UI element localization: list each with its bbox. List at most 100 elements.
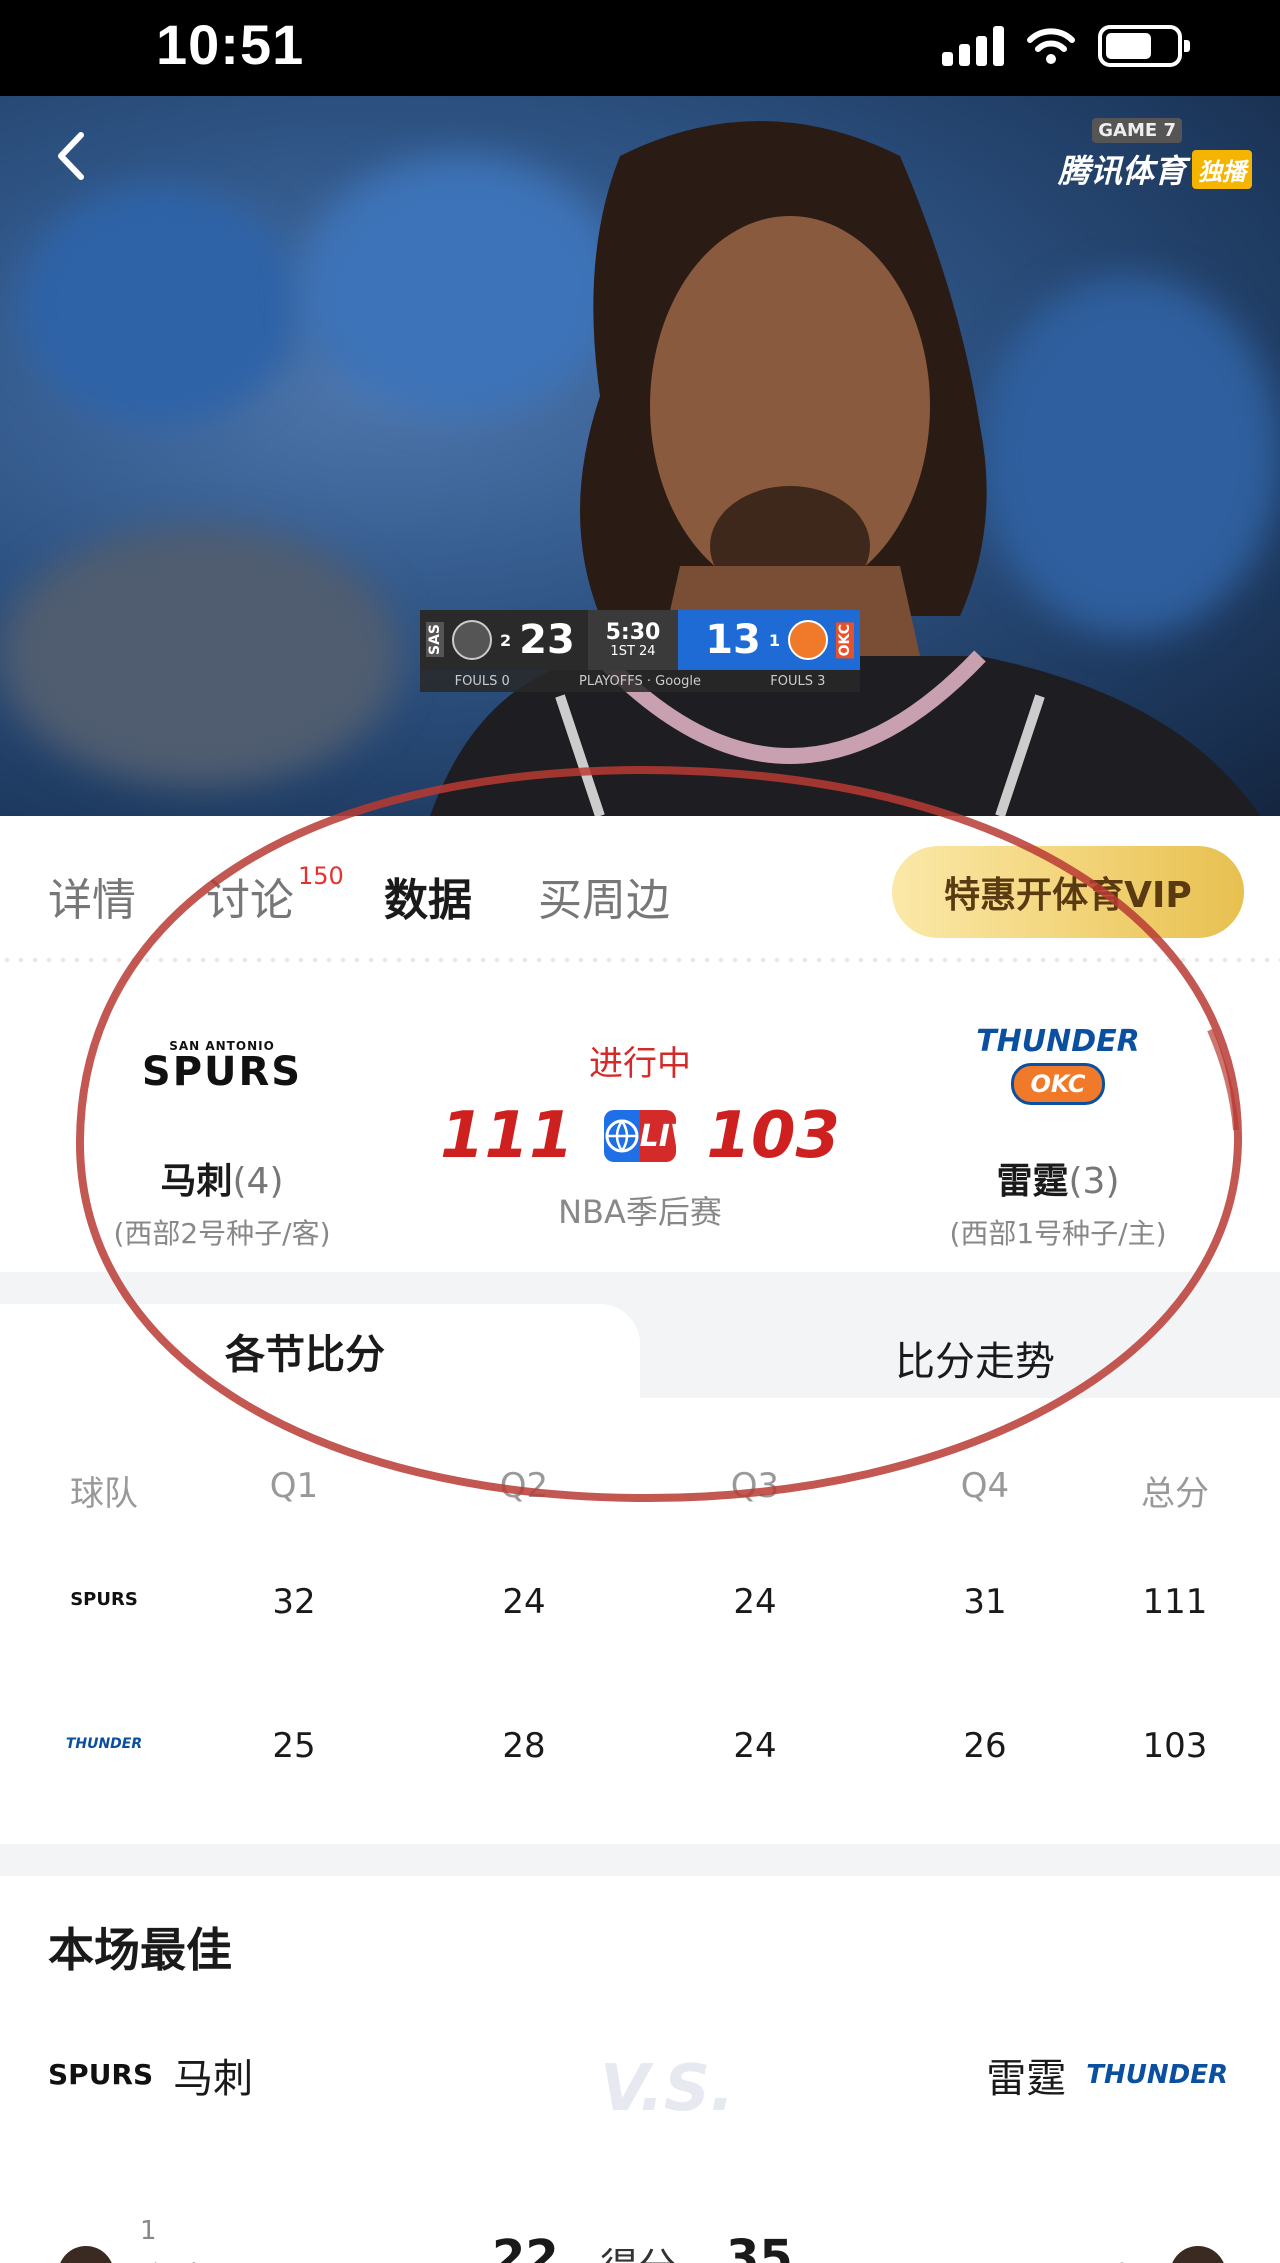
home-team-sub: (西部1号种子/主) [949,1217,1167,1250]
tab-data[interactable]: 数据 [384,864,472,928]
shot-clock: 24 [639,643,656,659]
exclusive-badge: 独播 [1192,149,1252,189]
chevron-left-icon [58,132,84,180]
score-subtabs: 各节比分 比分走势 [0,1304,1280,1398]
left-team-name: 马刺 [173,2056,254,2102]
away-score-big: 111 [440,1099,574,1173]
cell-q4: 26 [963,1726,1007,1766]
spurs-logo-main: SPURS [141,1049,303,1095]
home-seed: (3) [1068,1161,1120,1202]
back-button[interactable] [40,126,100,186]
match-header: SAN ANTONIO SPURS 马刺(4) (西部2号种子/客) 进行中 1… [0,966,1280,1272]
avatar [58,2246,114,2263]
thunder-logo-top: THUNDER [976,1024,1140,1059]
section-title: 本场最佳 [48,1923,232,1977]
right-player-name: 亚历山大 [996,2252,1140,2263]
home-tag: OKC [836,621,854,659]
league-name: NBA季后赛 [558,1193,722,1231]
tab-details[interactable]: 详情 [48,864,136,928]
status-icons [942,22,1190,70]
spurs-logo-icon [452,620,492,660]
signal-icon [942,26,1004,66]
spurs-logo-icon: SPURS [48,2058,154,2091]
right-team-name: 雷霆 [986,2056,1067,2102]
thunder-logo-icon: THUNDER [64,1712,144,1776]
away-name: 马刺 [160,1161,233,1202]
best-players-section: 本场最佳 SPURS 马刺 V.S. 雷霆 THUNDER 1 文班亚马 22 … [0,1876,1280,2263]
header-q1: Q1 [269,1466,319,1506]
table-row: SPURS 32 24 24 31 111 [0,1548,1280,1648]
away-team-sub: (西部2号种子/客) [113,1217,331,1250]
game-clock: 5:30 [605,619,661,645]
avatar [1170,2246,1226,2263]
cell-q3: 24 [733,1582,777,1622]
thunder-logo-icon: THUNDER OKC [898,1006,1218,1126]
header-total: 总分 [1141,1474,1209,1514]
right-player-value: 35 [726,2230,793,2263]
home-team[interactable]: THUNDER OKC 雷霆(3) (西部1号种子/主) [898,1006,1218,1252]
header-q2: Q2 [499,1466,549,1506]
cell-q4: 31 [963,1582,1007,1622]
tab-quarter-scores[interactable]: 各节比分 [0,1304,640,1398]
cell-q2: 28 [502,1726,546,1766]
away-tag: SAS [426,622,444,658]
scorebug-away: SAS 2 23 [420,610,588,670]
header-team: 球队 [70,1474,138,1514]
spurs-logo-icon: SAN ANTONIO SPURS [62,1006,382,1126]
player-figure [430,121,1260,816]
scorebug-footer: FOULS 0 PLAYOFFS · Google FOULS 3 [420,670,860,692]
home-name: 雷霆 [996,1161,1069,1202]
tab-discussion[interactable]: 讨论 [206,864,294,928]
rank-number: 1 [140,2216,157,2246]
game-tag: GAME 7 [1092,118,1182,143]
best-player-row[interactable]: 1 文班亚马 22 得分 35 亚历山大 [0,2206,1280,2263]
thunder-logo-icon: THUNDER [1086,2060,1228,2090]
table-row: THUNDER 25 28 24 26 103 [0,1692,1280,1792]
wifi-icon [1027,28,1075,64]
status-bar: 10:51 [0,0,1280,96]
live-badge[interactable]: LIVE [603,1110,677,1162]
home-team-name: 雷霆(3) [898,1152,1218,1204]
discussion-count-badge: 150 [298,862,344,890]
best-right-team: 雷霆 THUNDER [986,2046,1228,2104]
quarter-score-table: 球队 Q1 Q2 Q3 Q4 总分 SPURS 32 24 24 31 111 … [0,1398,1280,1844]
section-gap [0,1844,1280,1876]
table-header: 球队 Q1 Q2 Q3 Q4 总分 [0,1432,1280,1532]
tab-score-trend[interactable]: 比分走势 [640,1318,1280,1398]
video-player[interactable]: GAME 7 腾讯体育 独播 SAS 2 23 5:30 1ST 24 13 1… [0,96,1280,816]
cell-q3: 24 [733,1726,777,1766]
divider [0,956,1280,964]
best-left-team: SPURS 马刺 [48,2046,253,2104]
away-team-name: 马刺(4) [62,1152,382,1204]
row-team-logo: THUNDER [65,1736,143,1752]
live-label: LIVE [639,1110,677,1162]
left-player-name: 文班亚马 [138,2252,282,2263]
cell-total: 103 [1142,1726,1208,1766]
thunder-logo-main: OKC [1011,1063,1105,1105]
home-score: 13 [705,617,761,663]
scorebug-home: 13 1 OKC [678,610,860,670]
stat-label: 得分 [600,2236,676,2263]
away-team[interactable]: SAN ANTONIO SPURS 马刺(4) (西部2号种子/客) [62,1006,382,1252]
vip-button[interactable]: 特惠开体育VIP [892,846,1244,938]
home-score-big: 103 [706,1099,840,1173]
header-q4: Q4 [960,1466,1010,1506]
away-score: 23 [519,617,575,663]
home-timeouts: 1 [768,630,780,650]
broadcaster-logo: 腾讯体育 独播 [1058,146,1252,192]
cell-q1: 32 [272,1582,316,1622]
status-time: 10:51 [156,13,305,76]
spurs-logo: SAN ANTONIO SPURS [142,1040,302,1092]
vs-mark: V.S. [600,2052,735,2126]
away-fouls: FOULS 0 [454,673,510,689]
tab-merch[interactable]: 买周边 [538,864,670,928]
row-team-logo: SPURS [70,1589,138,1610]
match-center: 进行中 111 LIVE 103 NBA季后赛 [440,1036,840,1233]
broadcaster-name: 腾讯体育 [1057,152,1186,190]
thunder-logo: THUNDER OKC [976,1027,1140,1105]
scorebug: SAS 2 23 5:30 1ST 24 13 1 OKC [420,610,860,670]
away-seed: (4) [232,1161,284,1202]
okc-logo-icon [788,620,828,660]
cell-q1: 25 [272,1726,316,1766]
match-status: 进行中 [589,1044,691,1084]
